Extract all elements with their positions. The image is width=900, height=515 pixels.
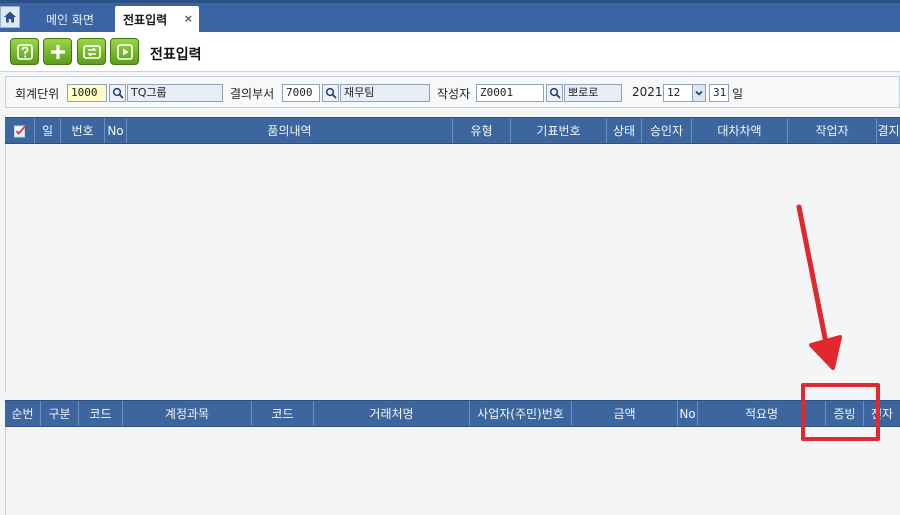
annotation-highlight-box [801, 383, 880, 441]
close-icon[interactable]: × [184, 12, 193, 25]
run-button[interactable] [110, 38, 139, 65]
dept-code-input[interactable]: 7000 [282, 84, 320, 102]
tab-main-label: 메인 화면 [46, 12, 94, 27]
column-header[interactable]: 거래처명 [314, 401, 470, 426]
help-button[interactable] [10, 38, 39, 65]
column-header[interactable]: 작업자 [788, 118, 877, 143]
select-all-column[interactable] [5, 118, 35, 143]
app-window: 메인 화면 전표입력 × 전표입력 회계단위 1000 TQ그룹 결의부서 70… [0, 0, 900, 515]
help-icon [16, 43, 33, 60]
unit-label: 회계단위 [15, 87, 60, 101]
column-header[interactable]: No [678, 401, 698, 426]
writer-name-field: 뽀로로 [564, 84, 622, 102]
play-icon [116, 43, 133, 60]
unit-code-input[interactable]: 1000 [67, 84, 107, 102]
column-header[interactable]: 구분 [41, 401, 79, 426]
search-icon [549, 87, 561, 99]
home-icon [4, 11, 16, 23]
plus-icon [50, 44, 65, 59]
voucher-list-header: 일 번호 No 품의내역 유형 기표번호 상태 승인자 대차차액 작업자 결지 [5, 117, 900, 144]
filter-bar: 회계단위 1000 TQ그룹 결의부서 7000 재무팀 작성자 Z0001 뽀… [5, 76, 900, 108]
year-value: 2021 [632, 85, 663, 99]
column-header[interactable]: 코드 [79, 401, 123, 426]
column-header[interactable]: 품의내역 [127, 118, 453, 143]
home-button[interactable] [0, 6, 20, 28]
column-header[interactable]: 상태 [607, 118, 642, 143]
column-header[interactable]: 일 [35, 118, 61, 143]
column-header[interactable]: 유형 [453, 118, 511, 143]
column-header[interactable]: 코드 [252, 401, 314, 426]
voucher-detail-header: 순번 구분 코드 계정과목 코드 거래처명 사업자(주민)번호 금액 No 적요… [5, 400, 900, 427]
month-select[interactable]: 12 [663, 84, 693, 102]
search-icon [112, 87, 124, 99]
column-header[interactable]: No [105, 118, 127, 143]
column-header[interactable]: 승인자 [642, 118, 692, 143]
search-icon [325, 87, 337, 99]
column-header[interactable]: 번호 [61, 118, 105, 143]
unit-search-button[interactable] [109, 84, 126, 102]
column-header[interactable]: 계정과목 [123, 401, 252, 426]
month-dropdown-button[interactable] [692, 84, 706, 102]
column-header[interactable]: 결지 [877, 118, 900, 143]
column-header[interactable]: 기표번호 [511, 118, 607, 143]
chevron-down-icon [695, 90, 703, 96]
writer-code-input[interactable]: Z0001 [476, 84, 544, 102]
dept-label: 결의부서 [230, 87, 275, 101]
column-header[interactable]: 대차차액 [692, 118, 788, 143]
tab-voucher-entry[interactable]: 전표입력 × [115, 6, 199, 32]
column-header[interactable]: 금액 [572, 401, 678, 426]
unit-name-field: TQ그룹 [127, 84, 223, 102]
day-input[interactable]: 31 [709, 84, 729, 102]
tab-main-screen[interactable]: 메인 화면 [30, 6, 110, 32]
add-button[interactable] [43, 38, 72, 65]
dept-name-field: 재무팀 [340, 84, 430, 102]
refresh-icon [82, 44, 101, 59]
checklist-icon [13, 125, 26, 137]
dept-search-button[interactable] [322, 84, 339, 102]
page-title: 전표입력 [150, 47, 202, 63]
toolbar: 전표입력 [0, 32, 900, 72]
writer-label: 작성자 [437, 87, 471, 101]
voucher-list-body[interactable] [5, 144, 900, 392]
column-header[interactable]: 순번 [5, 401, 41, 426]
refresh-button[interactable] [77, 38, 106, 65]
day-label: 일 [732, 87, 744, 101]
column-header[interactable]: 사업자(주민)번호 [470, 401, 572, 426]
writer-search-button[interactable] [546, 84, 563, 102]
voucher-detail-body[interactable] [5, 427, 900, 515]
tab-active-label: 전표입력 [123, 12, 168, 27]
tab-bar: 메인 화면 전표입력 × [0, 0, 900, 32]
